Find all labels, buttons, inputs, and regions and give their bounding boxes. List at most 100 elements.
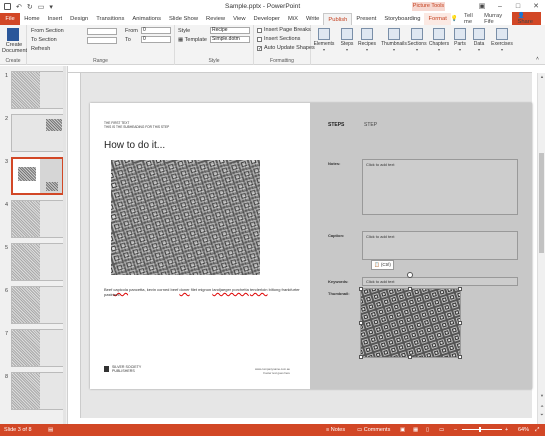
slide-thumbnail-selected[interactable] — [11, 157, 64, 195]
slide-thumbnail[interactable] — [11, 372, 64, 410]
to-input[interactable]: 0 — [141, 36, 171, 43]
tab-mix[interactable]: MiX — [284, 13, 302, 25]
slide-small-heading[interactable]: THE FIRST TEXT THIS IS THE SUBHEADING FO… — [104, 121, 169, 129]
redo-icon[interactable]: ↻ — [27, 3, 33, 11]
step-heading[interactable]: STEP — [364, 122, 377, 128]
from-section-select[interactable] — [87, 28, 117, 35]
resize-handle[interactable] — [359, 287, 363, 291]
collapse-ribbon-icon[interactable]: ˄ — [536, 56, 539, 62]
slideshow-icon[interactable]: ▭ — [439, 427, 444, 433]
thumbnail-row[interactable]: 4 — [0, 200, 68, 240]
user-name[interactable]: Murray Fife — [484, 13, 506, 25]
resize-handle[interactable] — [458, 287, 462, 291]
thumbnail-row[interactable]: 2 — [0, 114, 68, 154]
slide-thumbnail[interactable] — [11, 114, 64, 152]
minimize-icon[interactable]: – — [491, 0, 509, 13]
slide-thumbnail[interactable] — [11, 71, 64, 109]
resize-handle[interactable] — [458, 355, 462, 359]
resize-handle[interactable] — [408, 287, 412, 291]
resize-handle[interactable] — [359, 355, 363, 359]
elements-button[interactable]: Elements ▾ — [313, 28, 335, 52]
main-photo-image[interactable] — [111, 160, 260, 275]
comments-button[interactable]: ▭ Comments — [357, 427, 390, 433]
tab-home[interactable]: Home — [20, 13, 43, 25]
from-section-dropdown[interactable]: From Section — [31, 28, 64, 34]
slide-thumbnail[interactable] — [11, 200, 64, 238]
refresh-button[interactable]: Refresh — [31, 46, 50, 52]
create-document-button[interactable]: Create Document — [2, 42, 27, 54]
undo-icon[interactable]: ↶ — [16, 3, 22, 11]
tab-publish[interactable]: Publish — [323, 13, 353, 25]
keywords-placeholder[interactable]: Click to add text — [362, 277, 518, 286]
tab-slide-show[interactable]: Slide Show — [165, 13, 202, 25]
save-icon[interactable] — [4, 3, 11, 10]
paste-options-button[interactable]: 📋 (Ctrl) — [371, 260, 394, 270]
next-slide-icon[interactable]: ⏷ — [538, 412, 545, 417]
thumbnail-row[interactable]: 1 — [0, 71, 68, 111]
tab-file[interactable]: File — [0, 13, 21, 25]
resize-handle[interactable] — [458, 321, 462, 325]
thumbnail-photo-selected[interactable] — [360, 288, 461, 358]
insert-page-breaks-checkbox[interactable] — [257, 28, 262, 33]
steps-heading[interactable]: STEPS — [328, 122, 344, 128]
slide-thumbnail[interactable] — [11, 243, 64, 281]
tab-review[interactable]: Review — [202, 13, 229, 25]
thumbnail-row[interactable]: 8 — [0, 372, 68, 412]
slide-sorter-icon[interactable]: ▦ — [413, 427, 418, 433]
tab-write[interactable]: Write — [302, 13, 323, 25]
tab-design[interactable]: Design — [66, 13, 92, 25]
insert-sections-checkbox[interactable] — [257, 37, 262, 42]
sections-button[interactable]: Sections ▾ — [406, 28, 428, 52]
zoom-out-icon[interactable]: – — [454, 427, 457, 433]
slide-thumbnail[interactable] — [11, 286, 64, 324]
data-button[interactable]: Data ▾ — [468, 28, 490, 52]
start-from-beginning-icon[interactable]: ▭ — [38, 3, 45, 11]
previous-slide-icon[interactable]: ⏶ — [538, 403, 545, 408]
zoom-in-icon[interactable]: + — [505, 427, 508, 433]
slide-caption-text[interactable]: Beef capicola pancetta, kevin corned bee… — [104, 287, 300, 297]
to-section-select[interactable] — [87, 37, 117, 44]
notes-button[interactable]: ≡ Notes — [326, 427, 345, 433]
scroll-up-icon[interactable]: ▲ — [538, 74, 545, 79]
tab-storyboarding[interactable]: Storyboarding — [380, 13, 424, 25]
scrollbar-thumb[interactable] — [539, 153, 544, 253]
tab-animations[interactable]: Animations — [128, 13, 165, 25]
from-input[interactable]: 0 — [141, 27, 171, 34]
customize-qat-icon[interactable]: ▾ — [49, 3, 53, 11]
thumbnail-row[interactable]: 6 — [0, 286, 68, 326]
thumbnails-scrollbar[interactable] — [63, 66, 66, 424]
resize-handle[interactable] — [408, 355, 412, 359]
share-button[interactable]: 👤 Share — [512, 12, 542, 26]
tab-present[interactable]: Present — [352, 13, 380, 25]
to-section-dropdown[interactable]: To Section — [31, 37, 57, 43]
recipes-button[interactable]: Recipes ▾ — [356, 28, 378, 52]
tab-view[interactable]: View — [229, 13, 249, 25]
slide-title[interactable]: How to do it... — [104, 140, 165, 151]
zoom-slider[interactable] — [462, 429, 502, 430]
tab-transitions[interactable]: Transitions — [92, 13, 128, 25]
slide-vertical-scrollbar[interactable]: ▲ ▼ ⏶ ⏷ — [537, 73, 545, 424]
resize-handle[interactable] — [359, 321, 363, 325]
style-select[interactable]: Recipe — [210, 27, 250, 34]
slide-thumbnail[interactable] — [11, 329, 64, 367]
slide-canvas[interactable]: THE FIRST TEXT THIS IS THE SUBHEADING FO… — [90, 103, 532, 389]
steps-button[interactable]: Steps ▾ — [336, 28, 358, 52]
reading-view-icon[interactable]: ▯ — [426, 427, 429, 433]
tell-me-box[interactable]: Tell me — [464, 13, 478, 25]
thumbnail-row[interactable]: 7 — [0, 329, 68, 369]
auto-update-shapes-checkbox[interactable]: ✓ — [257, 46, 262, 52]
chapters-button[interactable]: Chapters ▾ — [428, 28, 450, 52]
zoom-level[interactable]: 64% — [518, 427, 529, 433]
fit-slide-icon[interactable]: ⤢ — [535, 427, 539, 434]
tab-format[interactable]: Format — [424, 13, 451, 25]
thumbnails-button[interactable]: Thumbnails ▾ — [380, 28, 408, 52]
zoom-slider-thumb[interactable] — [479, 427, 481, 432]
thumbnail-row[interactable]: 5 — [0, 243, 68, 283]
exercises-button[interactable]: Exercises ▾ — [489, 28, 515, 52]
caption-placeholder[interactable]: Click to add text — [362, 231, 518, 260]
rotate-handle-icon[interactable] — [407, 272, 413, 278]
tab-insert[interactable]: Insert — [44, 13, 67, 25]
thumbnail-row[interactable]: 3 — [0, 157, 68, 197]
spelling-check-icon[interactable]: ▤ — [48, 427, 53, 433]
tab-developer[interactable]: Developer — [250, 13, 284, 25]
